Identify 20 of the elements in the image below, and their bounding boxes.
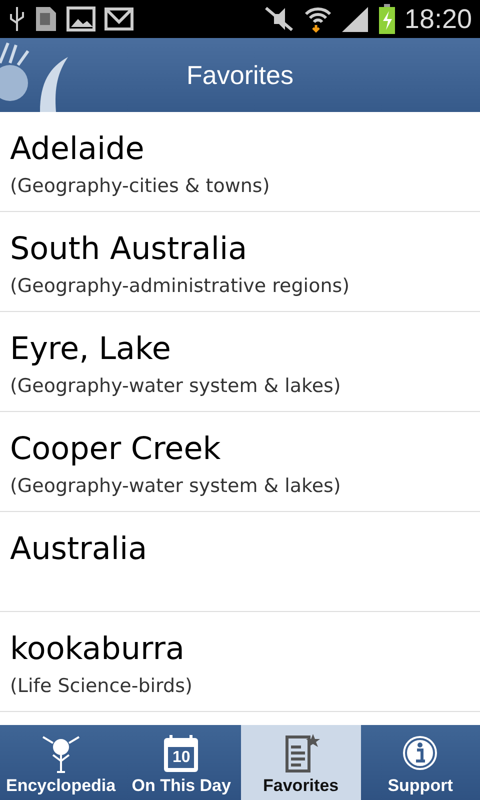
favorite-item[interactable]: kookaburra (Life Science-birds) [0,612,480,712]
favorite-item[interactable]: South Australia (Geography-administrative regions) [0,212,480,312]
battery-icon [378,4,396,34]
signal-icon [340,5,370,33]
favorite-item[interactable]: Eyre, Lake (Geography-water system & lakes) [0,312,480,412]
favorite-item[interactable]: Australia [0,512,480,612]
screen-title: Favorites [186,60,294,90]
wifi-icon [304,5,332,33]
clock-time: 18:20 [404,2,472,36]
mail-icon [104,7,134,31]
calendar-day: 10 [159,748,204,768]
image-icon [66,6,96,32]
tab[interactable]: Support [360,725,480,800]
favorite-item[interactable]: Cooper Creek (Geography-water system & lakes) [0,412,480,512]
tab[interactable]: 10 On This Day [122,725,242,800]
favorite-item[interactable]: Adelaide (Geography-cities & towns) [0,112,480,212]
tab[interactable]: Favorites [241,725,361,800]
sd-card-icon [34,5,58,33]
usb-icon [8,5,26,33]
tab[interactable]: Encyclopedia [0,725,122,800]
